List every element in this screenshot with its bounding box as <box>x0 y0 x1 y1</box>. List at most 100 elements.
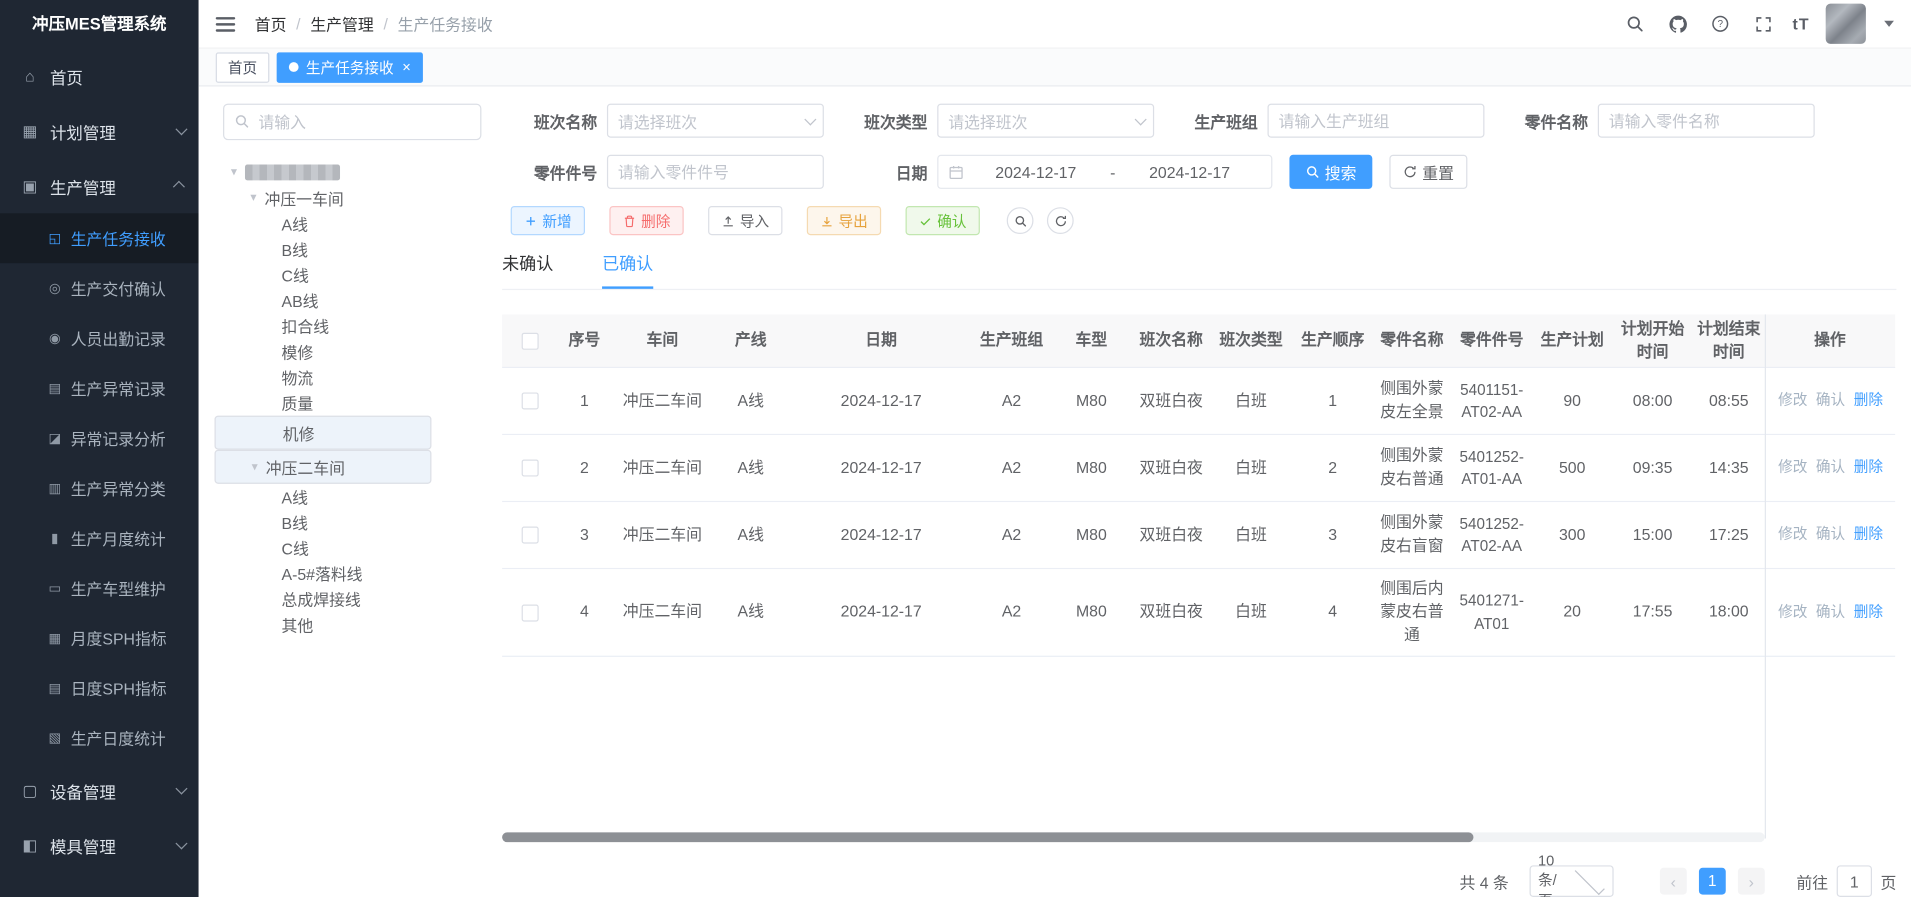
tree-node-label: C线 <box>282 263 309 286</box>
edit-link[interactable]: 修改 <box>1778 602 1807 623</box>
tree-node-line[interactable]: A线 <box>215 211 488 237</box>
delete-link[interactable]: 删除 <box>1854 457 1883 478</box>
sidebar-item-model-maintain[interactable]: ▭ 生产车型维护 <box>0 563 199 613</box>
tree-node-line[interactable]: 模修 <box>215 339 488 365</box>
font-size-button[interactable]: tT <box>1792 15 1809 33</box>
cell-part-no: 5401252-AT02-AA <box>1452 502 1532 568</box>
sidebar-item-delivery-confirm[interactable]: ◎ 生产交付确认 <box>0 263 199 313</box>
tree-node-line[interactable]: 扣合线 <box>215 313 488 339</box>
confirm-link[interactable]: 确认 <box>1816 457 1845 478</box>
sidebar-item-attendance[interactable]: ◉ 人员出勤记录 <box>0 313 199 363</box>
app-root: 冲压MES管理系统 ⌂ 首页 ▦ 计划管理 ▣ 生产管理 ◱ 生产任务接收 ◎ … <box>0 0 1911 897</box>
confirm-link[interactable]: 确认 <box>1816 390 1845 411</box>
row-checkbox[interactable] <box>521 459 538 476</box>
tree-node-line[interactable]: B线 <box>215 509 488 535</box>
confirm-link[interactable]: 确认 <box>1816 602 1845 623</box>
part-name-input[interactable] <box>1598 104 1815 138</box>
fullscreen-icon[interactable] <box>1750 10 1777 37</box>
confirm-button[interactable]: 确认 <box>906 206 980 235</box>
row-checkbox[interactable] <box>521 527 538 544</box>
sidebar-item-mold[interactable]: ◧ 模具管理 <box>0 818 199 873</box>
sidebar-item-equipment[interactable]: ▢ 设备管理 <box>0 763 199 818</box>
tree-node-line[interactable]: C线 <box>215 535 488 561</box>
breadcrumb-home[interactable]: 首页 <box>255 12 287 35</box>
cell-part-name: 侧围外蒙皮右普通 <box>1372 435 1451 501</box>
sidebar-item-abnormal-analysis[interactable]: ◪ 异常记录分析 <box>0 413 199 463</box>
tree-node-line[interactable]: A线 <box>215 484 488 510</box>
team-input[interactable] <box>1268 104 1485 138</box>
delete-link[interactable]: 删除 <box>1854 390 1883 411</box>
reset-button-label: 重置 <box>1422 160 1454 183</box>
tree-node-line[interactable]: B线 <box>215 236 488 262</box>
sidebar-item-daily-stats[interactable]: ▧ 生产日度统计 <box>0 713 199 763</box>
sidebar-item-daily-sph[interactable]: ▤ 日度SPH指标 <box>0 663 199 713</box>
tree-node-line[interactable]: 物流 <box>215 364 488 390</box>
delete-link[interactable]: 删除 <box>1854 524 1883 545</box>
add-button[interactable]: 新增 <box>511 206 585 235</box>
goto-page-input[interactable] <box>1837 865 1872 897</box>
part-no-input[interactable] <box>607 155 824 189</box>
delete-button[interactable]: 删除 <box>609 206 683 235</box>
import-button[interactable]: 导入 <box>708 206 782 235</box>
content: ▾ ▾ 冲压一车间 A线 B线 C线 AB线 扣合线 模修 物流 质量 机修 <box>199 87 1911 897</box>
github-icon[interactable] <box>1664 10 1691 37</box>
tab-unconfirmed[interactable]: 未确认 <box>502 251 553 289</box>
active-dot <box>289 62 299 72</box>
sidebar-item-abnormal-record[interactable]: ▤ 生产异常记录 <box>0 363 199 413</box>
edit-link[interactable]: 修改 <box>1778 457 1807 478</box>
tab-confirmed[interactable]: 已确认 <box>602 251 653 289</box>
sidebar-item-monthly-stats[interactable]: ▮ 生产月度统计 <box>0 513 199 563</box>
tree-node-workshop1[interactable]: ▾ 冲压一车间 <box>215 185 488 211</box>
prev-page-button[interactable]: ‹ <box>1660 868 1687 895</box>
tree-node-workshop2[interactable]: ▾ 冲压二车间 <box>215 450 432 484</box>
reset-button[interactable]: 重置 <box>1389 155 1467 189</box>
edit-link[interactable]: 修改 <box>1778 524 1807 545</box>
tree-node-root[interactable]: ▾ <box>215 160 488 186</box>
tree-node-line[interactable]: 机修 <box>215 416 432 450</box>
sidebar-item-production[interactable]: ▣ 生产管理 <box>0 158 199 213</box>
tree-node-line[interactable]: C线 <box>215 262 488 288</box>
help-icon[interactable]: ? <box>1707 10 1734 37</box>
page-size-select[interactable]: 10条/页 <box>1529 865 1613 897</box>
avatar-caret-icon[interactable] <box>1884 21 1894 27</box>
sidebar-item-abnormal-class[interactable]: ▥ 生产异常分类 <box>0 463 199 513</box>
page-number-1[interactable]: 1 <box>1699 868 1726 895</box>
tree-search-input[interactable] <box>223 104 481 141</box>
tag-home[interactable]: 首页 <box>216 52 270 82</box>
tree-node-line[interactable]: AB线 <box>215 288 488 314</box>
export-button[interactable]: 导出 <box>807 206 881 235</box>
scrollbar-thumb[interactable] <box>502 832 1473 842</box>
refresh-button[interactable] <box>1047 207 1074 234</box>
column-search-button[interactable] <box>1007 207 1034 234</box>
row-checkbox[interactable] <box>521 604 538 621</box>
tree-node-line[interactable]: 总成焊接线 <box>215 586 488 612</box>
next-page-button[interactable]: › <box>1738 868 1765 895</box>
delete-link[interactable]: 删除 <box>1854 602 1883 623</box>
date-end[interactable]: 2024-12-17 <box>1118 163 1262 181</box>
confirm-link[interactable]: 确认 <box>1816 524 1845 545</box>
select-all-checkbox[interactable] <box>521 332 538 349</box>
horizontal-scrollbar[interactable] <box>502 832 1765 842</box>
tree-node-line[interactable]: A-5#落料线 <box>215 561 488 587</box>
tree-node-line[interactable]: 其他 <box>215 612 488 638</box>
avatar[interactable] <box>1826 4 1866 44</box>
close-icon[interactable]: × <box>402 60 411 75</box>
tree-node-label: 扣合线 <box>282 314 330 337</box>
breadcrumb-production[interactable]: 生产管理 <box>310 12 373 35</box>
cell-plan: 300 <box>1532 502 1612 568</box>
date-start[interactable]: 2024-12-17 <box>964 163 1108 181</box>
collapse-sidebar-button[interactable] <box>216 16 236 31</box>
date-range-picker[interactable]: 2024-12-17 - 2024-12-17 <box>937 155 1272 189</box>
search-button[interactable]: 搜索 <box>1289 155 1372 189</box>
search-icon[interactable] <box>1622 10 1649 37</box>
sidebar-item-task-receive[interactable]: ◱ 生产任务接收 <box>0 213 199 263</box>
sidebar-item-plan[interactable]: ▦ 计划管理 <box>0 104 199 159</box>
tree-node-line[interactable]: 质量 <box>215 390 488 416</box>
shift-name-select[interactable]: 请选择班次 <box>607 104 824 138</box>
row-checkbox[interactable] <box>521 392 538 409</box>
shift-type-select[interactable]: 请选择班次 <box>937 104 1154 138</box>
sidebar-item-monthly-sph[interactable]: ▦ 月度SPH指标 <box>0 613 199 663</box>
edit-link[interactable]: 修改 <box>1778 390 1807 411</box>
sidebar-item-home[interactable]: ⌂ 首页 <box>0 49 199 104</box>
tag-task-receive[interactable]: 生产任务接收 × <box>277 52 423 82</box>
